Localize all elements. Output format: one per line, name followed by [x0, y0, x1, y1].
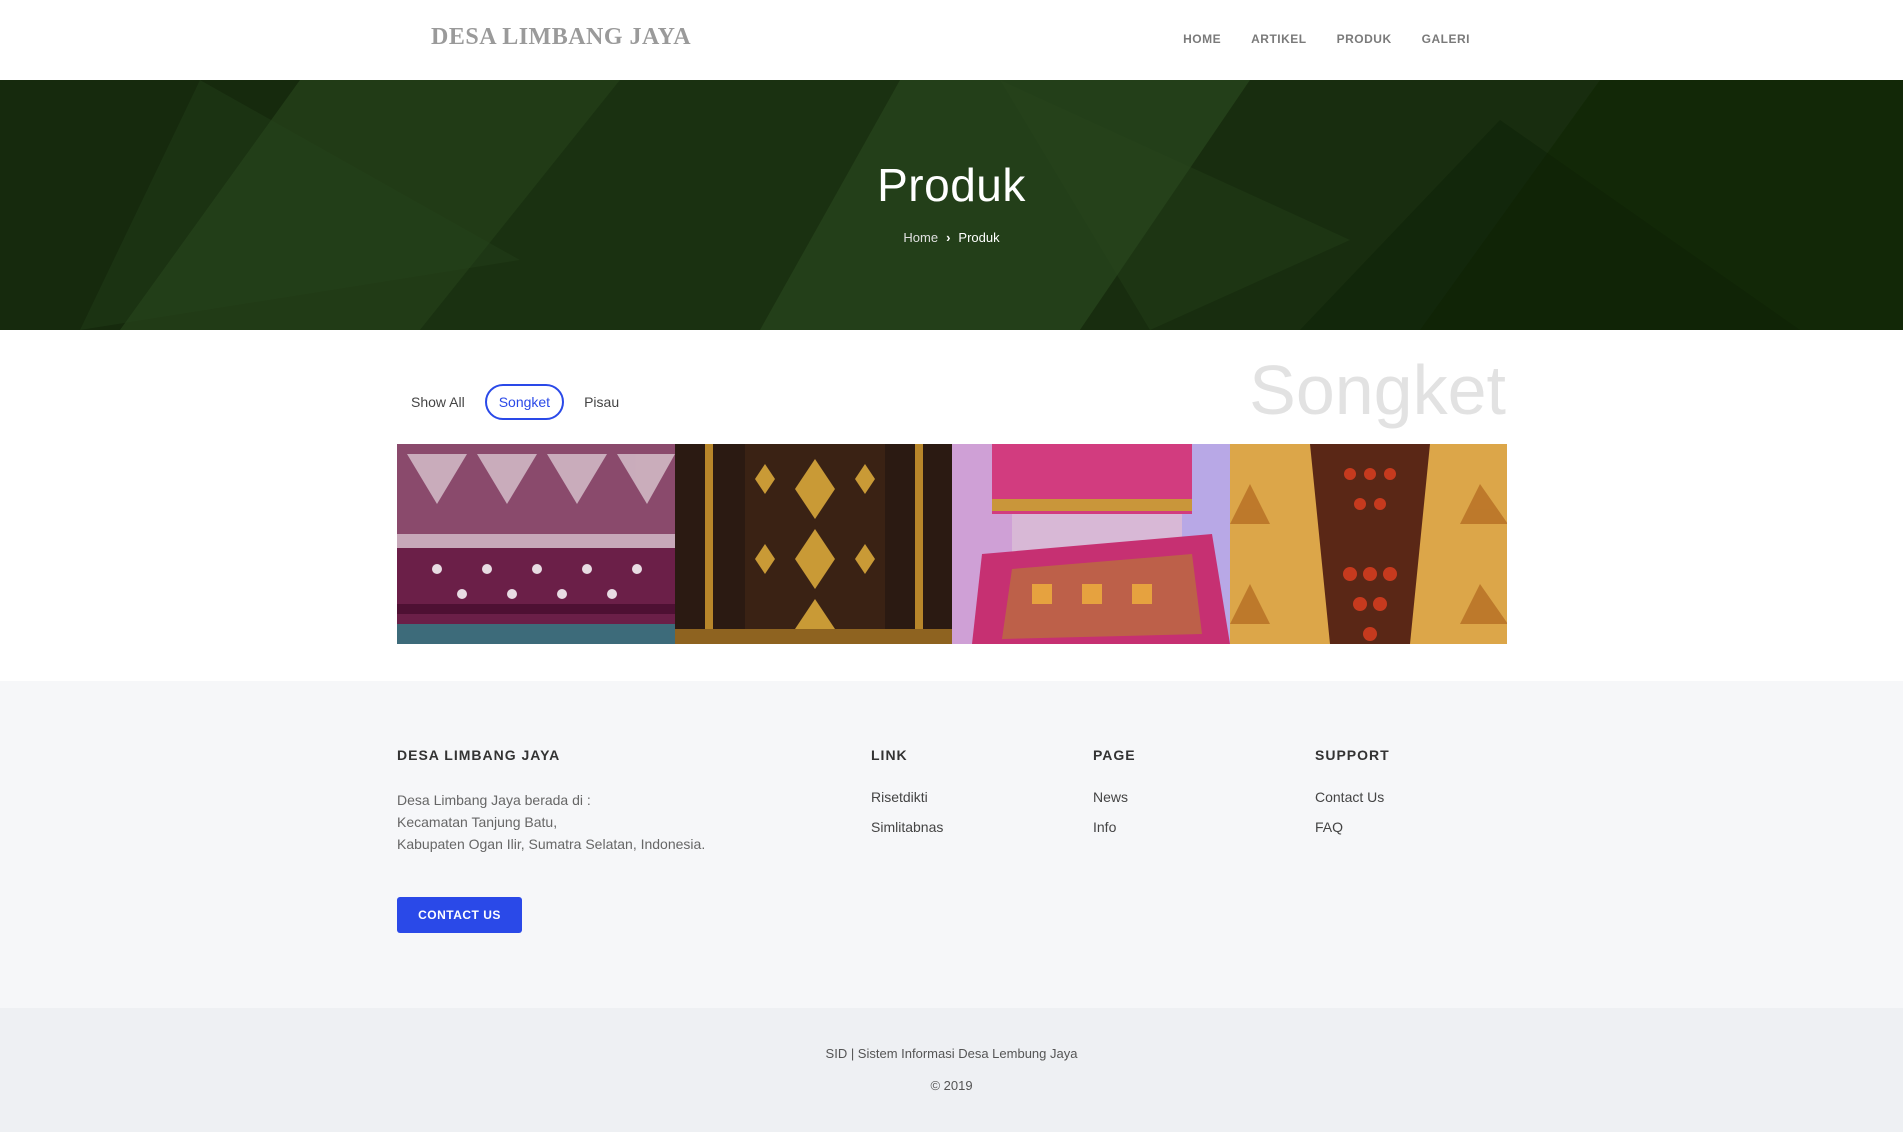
main-nav: HOME ARTIKEL PRODUK GALERI [1183, 32, 1470, 46]
site-footer: DESA LIMBANG JAYA Desa Limbang Jaya bera… [0, 681, 1903, 1008]
footer-support-contact-us[interactable]: Contact Us [1315, 789, 1390, 805]
footer-support-heading: SUPPORT [1315, 747, 1390, 763]
breadcrumb-home[interactable]: Home [903, 230, 938, 245]
footer-about-line: Kecamatan Tanjung Batu, [397, 814, 558, 830]
copyright-text: SID | Sistem Informasi Desa Lembung Jaya [825, 1046, 1078, 1061]
page-hero: Produk Home › Produk [0, 80, 1903, 330]
footer-page-info[interactable]: Info [1093, 819, 1136, 835]
page-title: Produk [877, 159, 1026, 211]
nav-produk[interactable]: PRODUK [1337, 32, 1392, 46]
breadcrumb-current: Produk [958, 230, 1000, 245]
breadcrumb: Home › Produk [0, 230, 1903, 245]
footer-support-faq[interactable]: FAQ [1315, 819, 1390, 835]
footer-about-line: Kabupaten Ogan Ilir, Sumatra Selatan, In… [397, 836, 706, 852]
nav-home[interactable]: HOME [1183, 32, 1221, 46]
filter-songket[interactable]: Songket [484, 384, 565, 420]
section-watermark-label: Songket [1249, 351, 1506, 429]
copyright-year: © 2019 [930, 1078, 973, 1093]
gallery-item-songket-2[interactable] [674, 444, 952, 644]
footer-page-heading: PAGE [1093, 747, 1136, 763]
contact-us-button[interactable]: CONTACT US [397, 897, 522, 933]
filter-show-all[interactable]: Show All [397, 384, 479, 420]
nav-galeri[interactable]: GALERI [1422, 32, 1470, 46]
footer-about: DESA LIMBANG JAYA Desa Limbang Jaya bera… [397, 747, 705, 855]
gallery-item-songket-4[interactable] [1229, 444, 1507, 644]
songket-image [674, 444, 952, 644]
footer-link-simlitabnas[interactable]: Simlitabnas [871, 819, 943, 835]
product-gallery [397, 444, 1507, 644]
gallery-item-songket-1[interactable] [397, 444, 675, 644]
filter-pisau[interactable]: Pisau [570, 384, 633, 420]
footer-about-line: Desa Limbang Jaya berada di : [397, 792, 591, 808]
product-filters: Show All Songket Pisau [397, 384, 633, 420]
footer-page-column: PAGE News Info [1093, 747, 1136, 849]
footer-about-heading: DESA LIMBANG JAYA [397, 747, 561, 763]
footer-link-risetdikti[interactable]: Risetdikti [871, 789, 943, 805]
chevron-right-icon: › [946, 230, 951, 245]
nav-artikel[interactable]: ARTIKEL [1251, 32, 1307, 46]
footer-link-column: LINK Risetdikti Simlitabnas [871, 747, 943, 849]
gallery-item-songket-3[interactable] [952, 444, 1230, 644]
songket-image [952, 444, 1230, 644]
footer-page-news[interactable]: News [1093, 789, 1136, 805]
footer-link-heading: LINK [871, 747, 908, 763]
songket-image [397, 444, 675, 644]
songket-image [1229, 444, 1507, 644]
footer-support-column: SUPPORT Contact Us FAQ [1315, 747, 1390, 849]
site-brand[interactable]: DESA LIMBANG JAYA [431, 24, 691, 51]
site-header: DESA LIMBANG JAYA HOME ARTIKEL PRODUK GA… [0, 0, 1903, 80]
copyright-bar: SID | Sistem Informasi Desa Lembung Jaya… [0, 1008, 1903, 1132]
